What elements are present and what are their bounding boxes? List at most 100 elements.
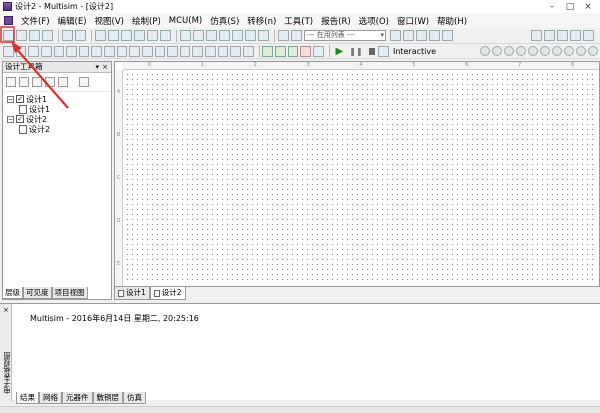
menu-window[interactable]: 窗口(W): [393, 15, 433, 27]
sheet-tab-design2[interactable]: 设计2: [149, 287, 186, 300]
menu-simulate[interactable]: 仿真(S): [206, 15, 243, 27]
transistor-component-icon[interactable]: [40, 45, 52, 57]
power-component-icon[interactable]: [129, 45, 140, 57]
tab-simulation[interactable]: 仿真: [123, 392, 146, 404]
menu-view[interactable]: 视图(V): [91, 15, 128, 27]
diode-component-icon[interactable]: [28, 45, 39, 57]
source-component-icon[interactable]: [3, 45, 14, 57]
tree-item-design1[interactable]: − ✓ 设计1: [7, 94, 111, 104]
redo-icon[interactable]: [160, 30, 171, 41]
tree-item-design2[interactable]: − ✓ 设计2: [7, 114, 111, 124]
ttl-component-icon[interactable]: [66, 45, 77, 57]
delete-icon[interactable]: [134, 30, 145, 41]
menu-transfer[interactable]: 转移(n): [243, 15, 280, 27]
sheet-tab-design1[interactable]: 设计1: [114, 287, 150, 300]
close-button[interactable]: ×: [582, 2, 594, 12]
save-icon[interactable]: [42, 30, 53, 41]
hierarchical-block-icon[interactable]: [230, 45, 241, 57]
current-probe-icon[interactable]: [287, 45, 299, 57]
interactive-mode-icon[interactable]: [378, 45, 389, 57]
new-file-icon[interactable]: [3, 30, 14, 41]
instrument-7-icon[interactable]: [552, 46, 563, 56]
component-wizard-icon[interactable]: [232, 30, 243, 41]
zoom-area-icon[interactable]: [557, 30, 568, 41]
print-icon[interactable]: [62, 30, 73, 41]
junction-tool-icon[interactable]: [416, 30, 427, 41]
undo-icon[interactable]: [147, 30, 158, 41]
checkbox-icon[interactable]: ✓: [16, 115, 24, 123]
basic-component-icon[interactable]: [15, 45, 27, 57]
open-sample-icon[interactable]: [29, 30, 40, 41]
menu-reports[interactable]: 报告(R): [317, 15, 355, 27]
misc-component-icon[interactable]: [141, 45, 153, 57]
wire-tool-icon[interactable]: [390, 30, 401, 41]
advanced-peripherals-icon[interactable]: [154, 45, 166, 57]
full-screen-icon[interactable]: [180, 30, 191, 41]
indicator-component-icon[interactable]: [116, 45, 128, 57]
analog-component-icon[interactable]: [53, 45, 65, 57]
mixed-component-icon[interactable]: [104, 45, 115, 57]
tab-project-view[interactable]: 项目视图: [51, 287, 88, 299]
collapse-icon[interactable]: −: [7, 115, 14, 123]
menu-mcu[interactable]: MCU(M): [165, 16, 206, 26]
schematic-grid[interactable]: [125, 72, 597, 284]
zoom-sheet-icon[interactable]: [570, 30, 581, 41]
place-probe-icon[interactable]: [262, 45, 274, 57]
paste-icon[interactable]: [121, 30, 132, 41]
zoom-in-icon[interactable]: [531, 30, 542, 41]
zoom-out-icon[interactable]: [544, 30, 555, 41]
open-design-icon[interactable]: [19, 77, 29, 87]
instrument-10-icon[interactable]: [588, 46, 599, 56]
instrument-5-icon[interactable]: [528, 46, 539, 56]
probe-settings-icon[interactable]: [312, 45, 324, 57]
grapher-icon[interactable]: [193, 30, 204, 41]
menu-tools[interactable]: 工具(T): [280, 15, 317, 27]
schematic-canvas[interactable]: 012345678 ABCDE: [114, 61, 600, 287]
spreadsheet-icon[interactable]: [206, 30, 217, 41]
bus-tool-icon[interactable]: [403, 30, 414, 41]
cut-icon[interactable]: [95, 30, 106, 41]
postprocessor-icon[interactable]: [245, 30, 256, 41]
menu-place[interactable]: 绘制(P): [128, 15, 165, 27]
pause-simulation-icon[interactable]: ❚❚: [349, 47, 362, 56]
connector-icon[interactable]: [205, 45, 216, 57]
properties-icon[interactable]: [79, 77, 89, 87]
instrument-4-icon[interactable]: [516, 46, 527, 56]
new-design-icon[interactable]: [6, 77, 16, 87]
save-design-icon[interactable]: [32, 77, 42, 87]
document-menu-icon[interactable]: [4, 16, 13, 25]
bus-icon[interactable]: [242, 45, 254, 57]
multisim-app-icon[interactable]: [3, 2, 12, 11]
close-panel-icon[interactable]: ×: [102, 62, 108, 72]
erc-icon[interactable]: [258, 30, 269, 41]
collapse-icon[interactable]: −: [7, 95, 14, 103]
tab-visibility[interactable]: 可见度: [23, 287, 52, 299]
open-folder-icon[interactable]: [16, 30, 27, 41]
instrument-1-icon[interactable]: [480, 46, 491, 56]
stop-simulation-icon[interactable]: [368, 47, 376, 55]
forward-annotate-icon[interactable]: [291, 30, 302, 41]
ni-component-icon[interactable]: [192, 45, 203, 57]
close-design-icon[interactable]: [45, 77, 55, 87]
mcu-component-icon[interactable]: [217, 45, 229, 57]
help-icon[interactable]: [442, 30, 453, 41]
tree-child-design2[interactable]: 设计2: [7, 124, 111, 134]
instrument-2-icon[interactable]: [492, 46, 503, 56]
maximize-button[interactable]: □: [564, 2, 576, 12]
back-annotate-icon[interactable]: [278, 30, 289, 41]
menu-options[interactable]: 选项(O): [355, 15, 393, 27]
tree-child-design1[interactable]: 设计1: [7, 104, 111, 114]
differential-probe-icon[interactable]: [300, 45, 311, 57]
minimize-button[interactable]: –: [546, 2, 558, 12]
interactive-mode-label[interactable]: Interactive: [393, 47, 436, 56]
print-preview-icon[interactable]: [75, 30, 86, 41]
menu-help[interactable]: 帮助(H): [433, 15, 471, 27]
tab-components[interactable]: 元器件: [62, 392, 93, 404]
menu-edit[interactable]: 编辑(E): [54, 15, 91, 27]
menu-file[interactable]: 文件(F): [17, 15, 54, 27]
close-view-icon[interactable]: ×: [3, 306, 9, 314]
tab-hierarchy[interactable]: 层级: [2, 287, 23, 299]
database-icon[interactable]: [219, 30, 230, 41]
electromechanical-icon[interactable]: [179, 45, 191, 57]
copy-icon[interactable]: [108, 30, 119, 41]
